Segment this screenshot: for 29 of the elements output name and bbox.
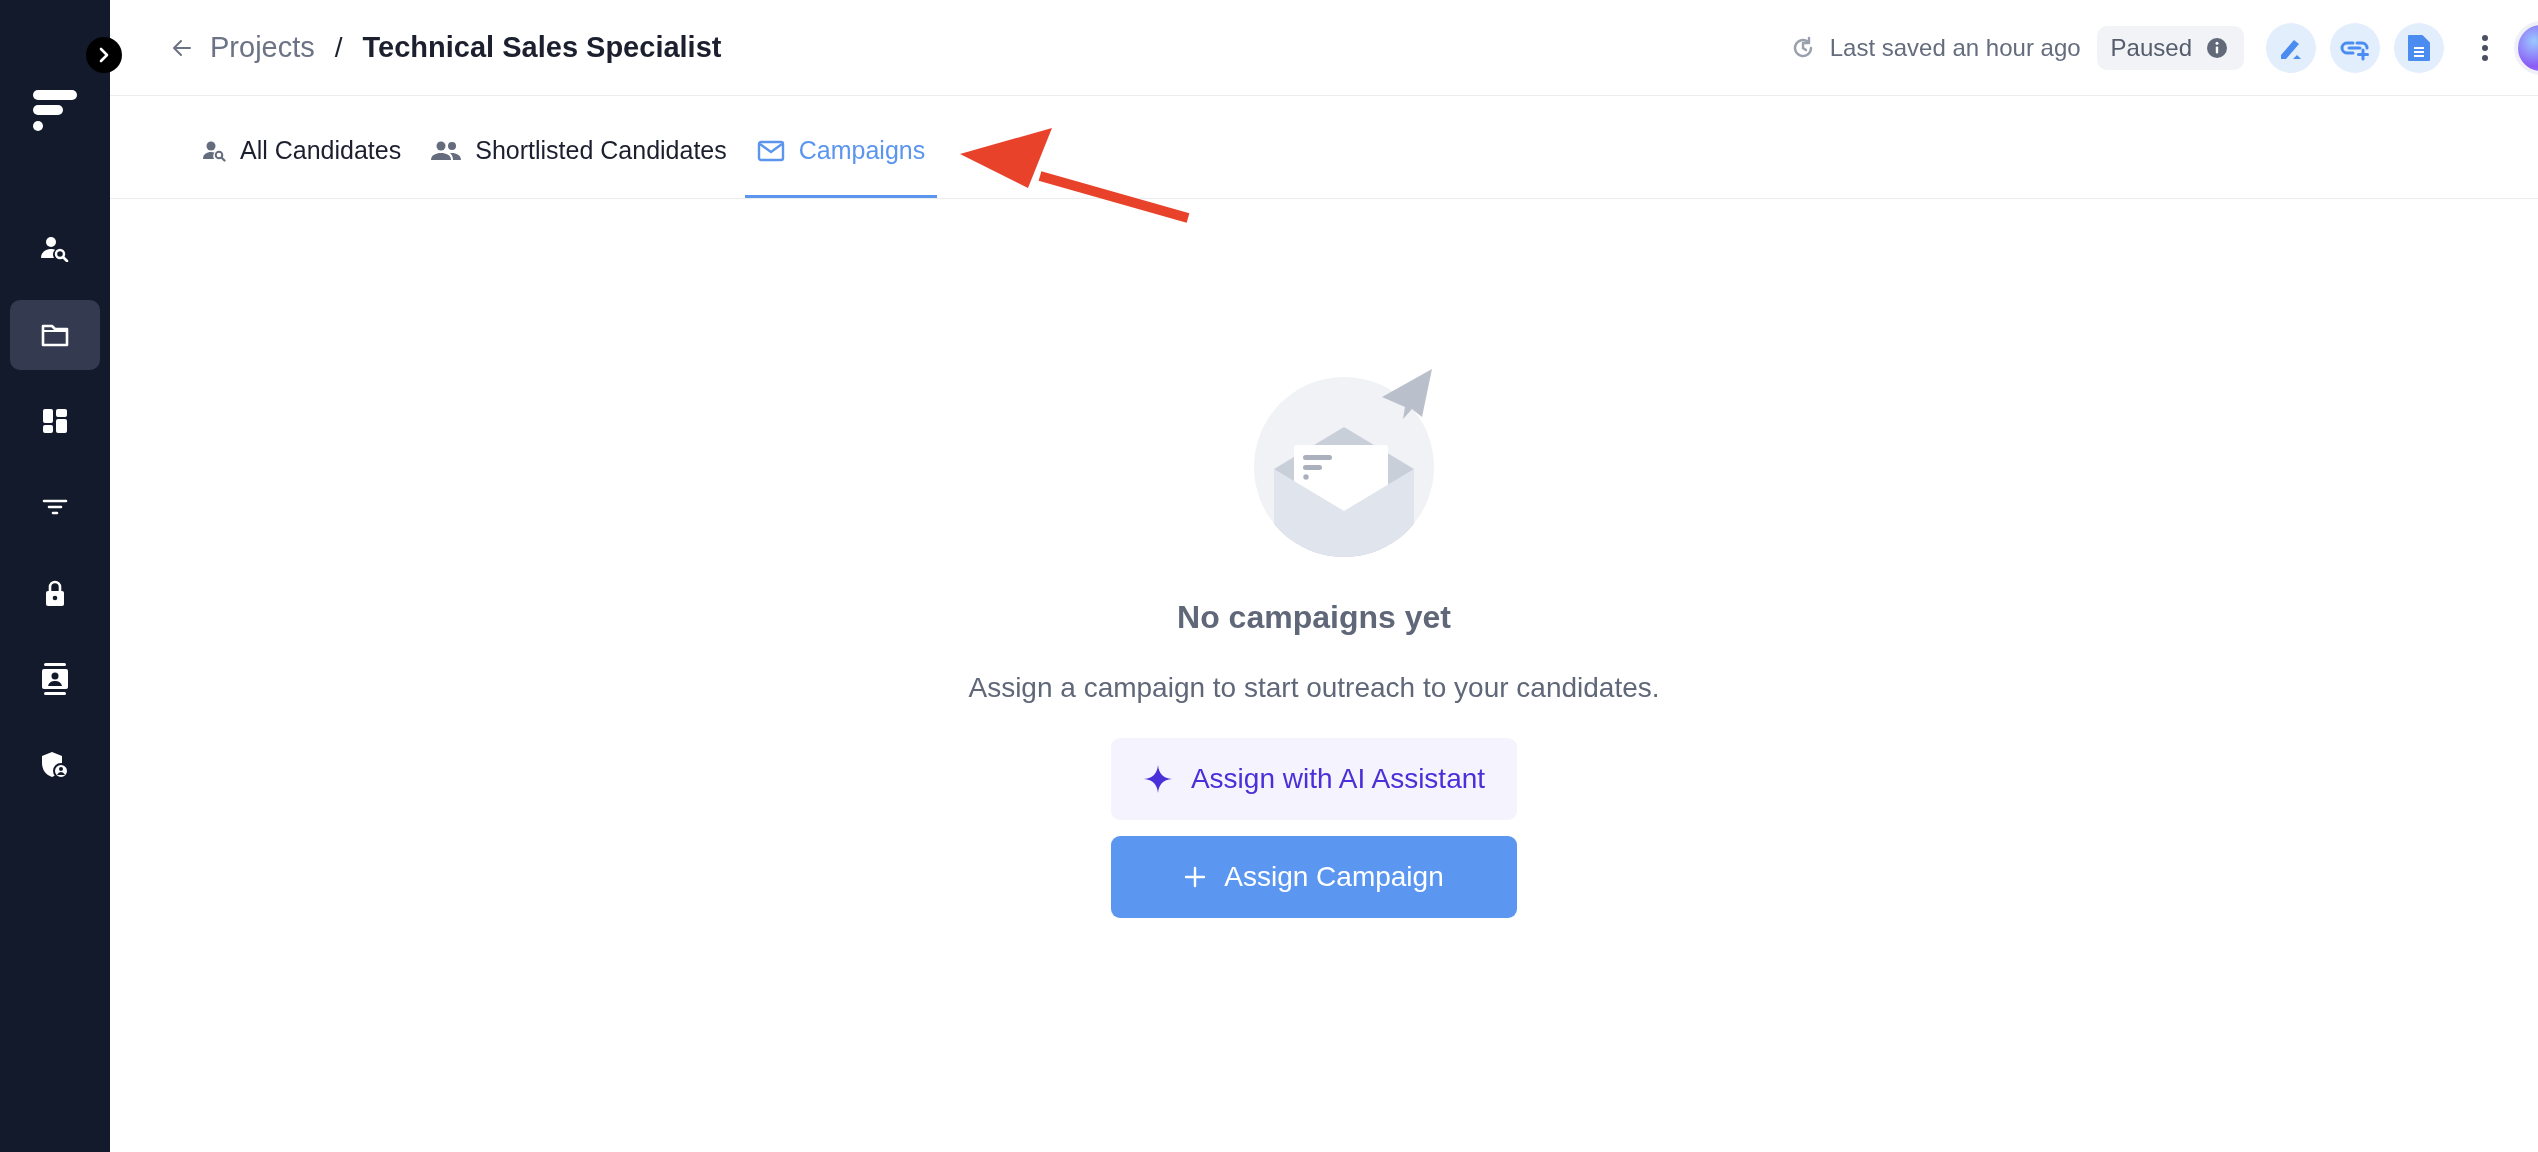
- people-icon: [431, 140, 462, 161]
- project-title: Technical Sales Specialist: [362, 31, 722, 64]
- mail-icon: [756, 139, 785, 162]
- tab[interactable]: Shortlisted Candidates: [419, 96, 739, 198]
- tab[interactable]: All Candidates: [190, 96, 414, 198]
- contact-card-icon: [41, 662, 69, 696]
- plus-icon: [1184, 866, 1207, 888]
- folder-icon: [40, 322, 70, 348]
- expand-sidebar-button[interactable]: [86, 37, 122, 73]
- person-search-icon: [202, 139, 226, 162]
- document-icon: [2406, 32, 2432, 63]
- empty-state-title: No campaigns yet: [1177, 599, 1451, 636]
- empty-state-message: Assign a campaign to start outreach to your candidates.: [968, 672, 1660, 704]
- sidebar-item[interactable]: [10, 300, 100, 370]
- assign-ai-button[interactable]: Assign with AI Assistant: [1111, 738, 1517, 820]
- last-saved-text: Last saved an hour ago: [1829, 33, 2081, 62]
- filter-icon: [42, 498, 68, 516]
- document-button[interactable]: [2394, 22, 2444, 73]
- logo-icon: [32, 88, 78, 134]
- add-link-button[interactable]: [2330, 22, 2380, 73]
- breadcrumb-separator: /: [334, 31, 343, 64]
- dashboard-icon: [41, 408, 69, 434]
- status-label: Paused: [2110, 33, 2192, 62]
- shield-user-icon: [41, 751, 69, 779]
- lock-icon: [44, 579, 66, 607]
- edit-button[interactable]: [2266, 22, 2316, 73]
- breadcrumb-link[interactable]: Projects: [210, 31, 315, 64]
- candidate-search-icon: [40, 236, 70, 262]
- info-icon: [2206, 36, 2228, 59]
